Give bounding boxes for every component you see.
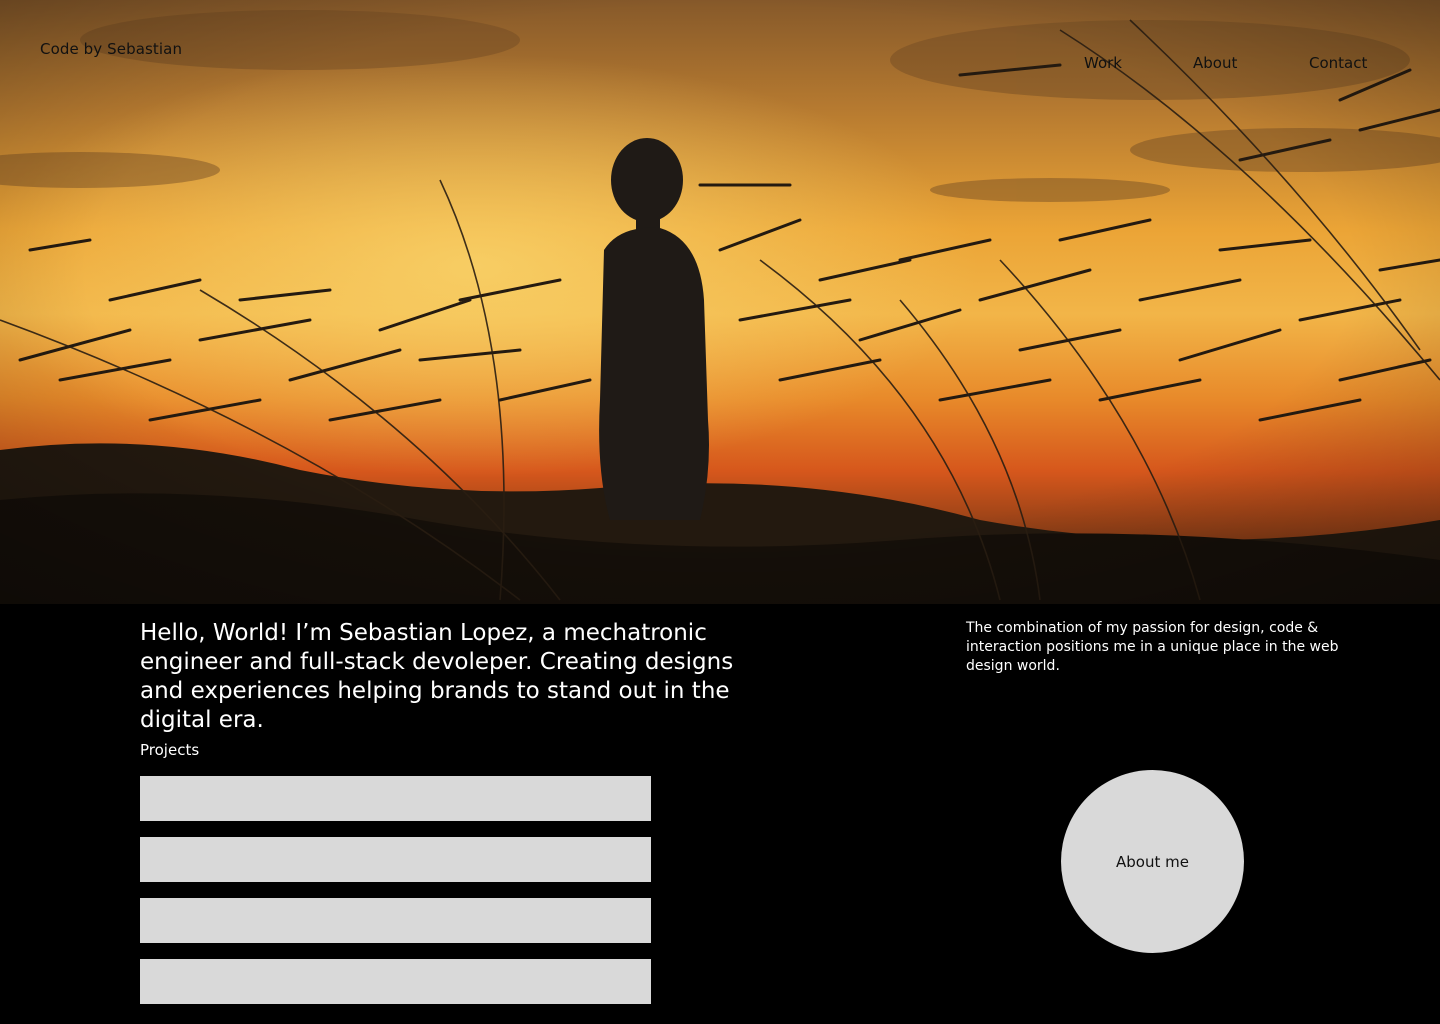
- about-me-button-label: About me: [1116, 852, 1189, 871]
- about-summary-text: The combination of my passion for design…: [966, 620, 1339, 674]
- project-item-2[interactable]: [140, 837, 651, 882]
- nav-link-work[interactable]: Work: [1084, 54, 1122, 72]
- nav-link-about[interactable]: About: [1193, 54, 1237, 72]
- nav-link-contact[interactable]: Contact: [1309, 54, 1367, 72]
- brand-logo-text[interactable]: Code by Sebastian: [40, 40, 182, 58]
- project-item-1[interactable]: [140, 776, 651, 821]
- project-item-3[interactable]: [140, 898, 651, 943]
- project-item-4[interactable]: [140, 959, 651, 1004]
- projects-label: Projects: [140, 741, 200, 759]
- page: Code by Sebastian Work About Contact Hel…: [0, 0, 1440, 1024]
- about-me-button[interactable]: About me: [1061, 770, 1244, 953]
- sunset-silhouette-photo: [0, 0, 1440, 604]
- intro-heading: Hello, World! I’m Sebastian Lopez, a mec…: [140, 620, 734, 733]
- hero-image: [0, 0, 1440, 604]
